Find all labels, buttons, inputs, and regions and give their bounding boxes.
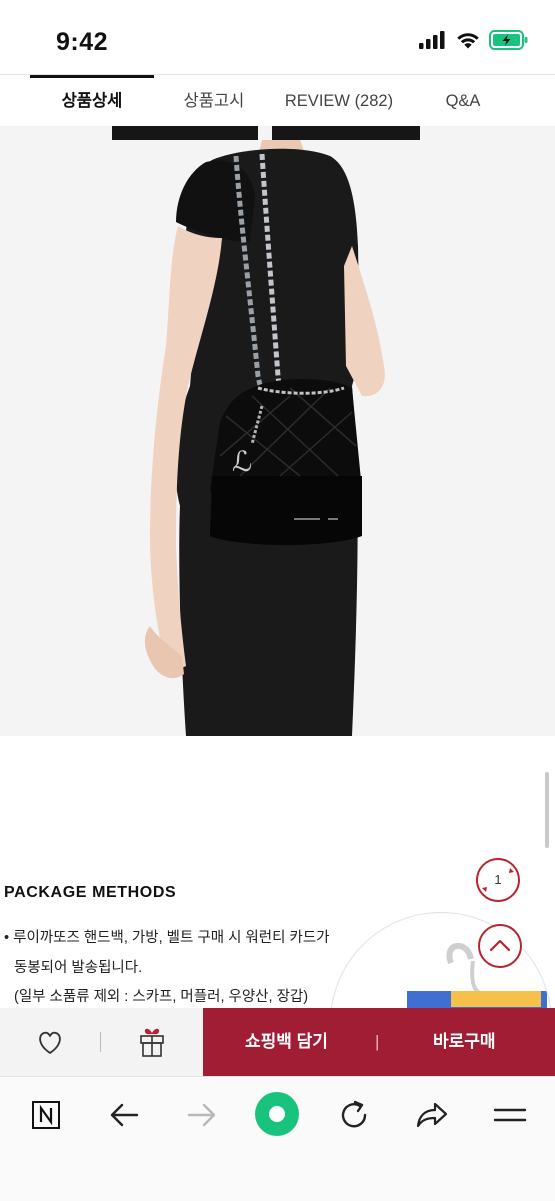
package-line-2: 동봉되어 발송됩니다. — [14, 960, 143, 976]
menu-button[interactable] — [490, 1095, 530, 1135]
package-line-3: (일부 소품류 제외 : 스카프, 머플러, 우양산, 장갑) — [14, 989, 309, 1005]
purchase-action-bar: 쇼핑백 담기 | 바로구매 — [0, 1008, 555, 1076]
tab-qna[interactable]: Q&A — [404, 75, 522, 127]
signal-icon — [419, 31, 445, 49]
scrollbar-thumb[interactable] — [545, 772, 549, 848]
battery-charging-icon — [489, 30, 528, 50]
heart-icon — [39, 1031, 61, 1054]
action-icons-area — [0, 1008, 203, 1076]
buy-now-button[interactable]: 바로구매 — [433, 1008, 496, 1076]
package-line-1: • 루이까또즈 핸드백, 가방, 벨트 구매 시 워런티 카드가 — [4, 930, 330, 946]
forward-icon — [187, 1103, 216, 1127]
product-hero-image: ℒ — [0, 126, 555, 736]
chevron-up-icon — [489, 939, 511, 952]
scroll-top-button[interactable] — [478, 924, 522, 968]
purchase-buttons: 쇼핑백 담기 | 바로구매 — [203, 1008, 555, 1076]
status-icons — [419, 30, 529, 50]
back-icon — [110, 1103, 139, 1127]
menu-icon — [493, 1108, 527, 1122]
add-shopping-bag-button[interactable]: 쇼핑백 담기 — [245, 1008, 328, 1076]
wishlist-button[interactable] — [30, 1026, 70, 1058]
tab-product-notice[interactable]: 상품고시 — [154, 75, 274, 127]
gift-icon — [140, 1028, 164, 1057]
page-indicator-button[interactable]: 1 — [476, 858, 520, 902]
wifi-icon — [457, 32, 479, 48]
page-indicator-number: 1 — [494, 872, 502, 887]
share-button[interactable] — [412, 1095, 452, 1135]
refresh-icon — [341, 1100, 367, 1128]
model-bag-illustration: ℒ — [112, 126, 420, 736]
tab-product-detail[interactable]: 상품상세 — [30, 75, 154, 127]
refresh-button[interactable] — [334, 1095, 374, 1135]
naver-home-button[interactable] — [26, 1095, 66, 1135]
green-dot-icon — [255, 1092, 299, 1136]
left-divider — [100, 1032, 101, 1052]
svg-text:ℒ: ℒ — [232, 445, 252, 478]
browser-toolbar — [0, 1076, 555, 1201]
share-icon — [416, 1102, 448, 1128]
naver-icon — [32, 1101, 60, 1129]
status-time: 9:42 — [56, 28, 109, 56]
back-button[interactable] — [104, 1095, 144, 1135]
tab-review[interactable]: REVIEW (282) — [274, 75, 404, 127]
status-bar: 9:42 — [0, 0, 555, 74]
package-methods-title: PACKAGE METHODS — [4, 884, 177, 901]
action-divider: | — [375, 1032, 380, 1051]
green-home-button[interactable] — [254, 1091, 300, 1137]
gift-button[interactable] — [132, 1024, 172, 1060]
product-tabs: 상품상세 상품고시 REVIEW (282) Q&A — [0, 74, 555, 127]
forward-button[interactable] — [182, 1095, 222, 1135]
